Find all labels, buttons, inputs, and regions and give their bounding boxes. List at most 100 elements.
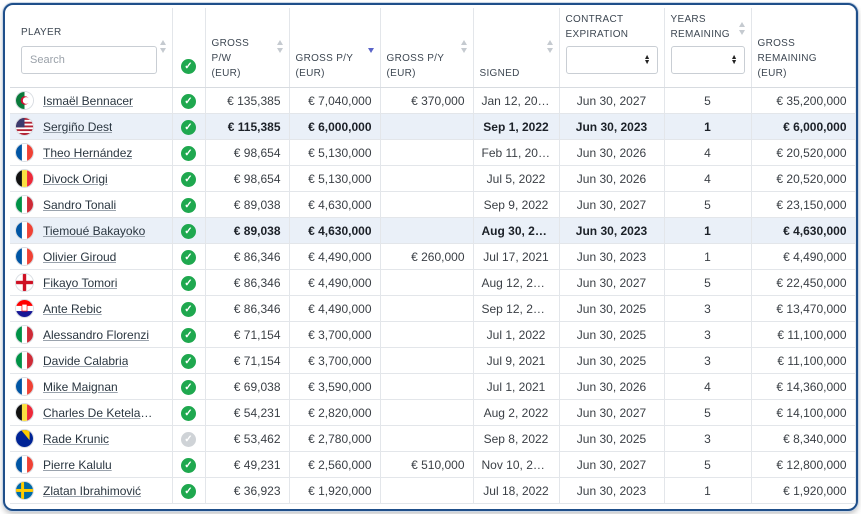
expiration-filter-select[interactable]: ▲ ▼ bbox=[565, 46, 658, 74]
years-filter-select[interactable]: ▲ ▼ bbox=[670, 46, 745, 74]
sort-icon[interactable] bbox=[546, 39, 554, 53]
table-row[interactable]: Divock Origi ✓ € 98,654 € 5,130,000 Jul 5, 2… bbox=[10, 165, 856, 192]
cell-status: ✓ bbox=[172, 425, 206, 452]
header-gross-remaining[interactable]: GROSS REMAINING (EUR) bbox=[751, 8, 856, 88]
header-player[interactable]: PLAYER bbox=[10, 8, 173, 88]
cell-status: ✓ bbox=[172, 165, 206, 192]
cell-years-remaining: 1 bbox=[664, 113, 752, 140]
cell-player: Theo Hernández bbox=[10, 139, 173, 166]
cell-signed: Aug 2, 2022 bbox=[473, 399, 560, 426]
sort-desc-icon[interactable] bbox=[367, 40, 375, 53]
table-row[interactable]: Theo Hernández ✓ € 98,654 € 5,130,000 Feb 11… bbox=[10, 139, 856, 166]
croatia-flag-icon bbox=[16, 300, 33, 317]
cell-player: Tiemoué Bakayoko bbox=[10, 217, 173, 244]
cell-signed: Sep 1, 2022 bbox=[473, 113, 560, 140]
sort-icon[interactable] bbox=[159, 39, 167, 53]
table-row[interactable]: Davide Calabria ✓ € 71,154 € 3,700,000 Jul 9… bbox=[10, 347, 856, 374]
cell-gross-remaining: € 6,000,000 bbox=[751, 113, 856, 140]
search-input[interactable] bbox=[21, 46, 157, 74]
player-link[interactable]: Sandro Tonali bbox=[43, 198, 116, 212]
italy-flag-icon bbox=[16, 326, 33, 343]
cell-status: ✓ bbox=[172, 477, 206, 504]
sort-icon[interactable] bbox=[276, 39, 284, 53]
player-link[interactable]: Rade Krunic bbox=[43, 432, 109, 446]
header-label: (EUR) bbox=[757, 68, 787, 79]
france-flag-icon bbox=[16, 222, 33, 239]
cell-gross-pw: € 71,154 bbox=[205, 347, 290, 374]
table-row[interactable]: Sergiño Dest ✓ € 115,385 € 6,000,000 Sep 1, … bbox=[10, 113, 856, 140]
cell-years-remaining: 1 bbox=[664, 217, 752, 244]
header-label: (EUR) bbox=[295, 68, 325, 79]
table-row[interactable]: Tiemoué Bakayoko ✓ € 89,038 € 4,630,000 Aug … bbox=[10, 217, 856, 244]
cell-player: Mike Maignan bbox=[10, 373, 173, 400]
table-row[interactable]: Fikayo Tomori ✓ € 86,346 € 4,490,000 Aug 12,… bbox=[10, 269, 856, 296]
header-label: GROSS P/Y bbox=[295, 53, 354, 64]
table-row[interactable]: Mike Maignan ✓ € 69,038 € 3,590,000 Jul 1, 2… bbox=[10, 373, 856, 400]
player-link[interactable]: Zlatan Ibrahimović bbox=[43, 484, 141, 498]
player-link[interactable]: Theo Hernández bbox=[43, 146, 132, 160]
cell-signed: Aug 12, 2022 bbox=[473, 269, 560, 296]
header-label: YEARS bbox=[670, 14, 706, 25]
header-gross-pw[interactable]: GROSS P/W (EUR) bbox=[205, 8, 290, 88]
cell-player: Sandro Tonali bbox=[10, 191, 173, 218]
cell-signed: Sep 8, 2022 bbox=[473, 425, 560, 452]
player-link[interactable]: Charles De Ketelae… bbox=[43, 406, 159, 420]
cell-expiration: Jun 30, 2027 bbox=[559, 269, 665, 296]
cell-gross-py-2 bbox=[380, 269, 474, 296]
header-label: CONTRACT bbox=[565, 14, 624, 25]
header-contract-expiration[interactable]: CONTRACT EXPIRATION ▲ ▼ bbox=[559, 8, 665, 88]
cell-years-remaining: 4 bbox=[664, 373, 752, 400]
check-icon: ✓ bbox=[181, 301, 196, 317]
cell-gross-remaining: € 12,800,000 bbox=[751, 451, 856, 478]
player-link[interactable]: Ismaël Bennacer bbox=[43, 94, 133, 108]
cell-gross-pw: € 49,231 bbox=[205, 451, 290, 478]
table-row[interactable]: Sandro Tonali ✓ € 89,038 € 4,630,000 Sep 9, … bbox=[10, 191, 856, 218]
table-row[interactable]: Ismaël Bennacer ✓ € 135,385 € 7,040,000 € 37… bbox=[10, 87, 856, 114]
player-link[interactable]: Tiemoué Bakayoko bbox=[43, 224, 145, 238]
table-row[interactable]: Ante Rebic ✓ € 86,346 € 4,490,000 Sep 12, 20… bbox=[10, 295, 856, 322]
cell-gross-py: € 5,130,000 bbox=[289, 165, 381, 192]
cell-player: Alessandro Florenzi bbox=[10, 321, 173, 348]
player-link[interactable]: Davide Calabria bbox=[43, 354, 128, 368]
player-link[interactable]: Alessandro Florenzi bbox=[43, 328, 149, 342]
header-gross-py[interactable]: GROSS P/Y (EUR) bbox=[289, 8, 381, 88]
cell-gross-py: € 1,920,000 bbox=[289, 477, 381, 504]
header-label: GROSS bbox=[211, 38, 250, 49]
check-icon: ✓ bbox=[181, 405, 196, 421]
table-row[interactable]: Rade Krunic ✓ € 53,462 € 2,780,000 Sep 8, 20… bbox=[10, 425, 856, 452]
table-row[interactable]: Charles De Ketelae… ✓ € 54,231 € 2,820,000 A… bbox=[10, 399, 856, 426]
cell-years-remaining: 5 bbox=[664, 87, 752, 114]
sort-icon[interactable] bbox=[460, 39, 468, 53]
table-body: Ismaël Bennacer ✓ € 135,385 € 7,040,000 € 37… bbox=[10, 87, 856, 504]
france-flag-icon bbox=[16, 456, 33, 473]
cell-player: Divock Origi bbox=[10, 165, 173, 192]
check-icon: ✓ bbox=[181, 145, 196, 161]
table-row[interactable]: Pierre Kalulu ✓ € 49,231 € 2,560,000 € 510,0… bbox=[10, 451, 856, 478]
player-link[interactable]: Ante Rebic bbox=[43, 302, 102, 316]
cell-status: ✓ bbox=[172, 295, 206, 322]
cell-gross-pw: € 36,923 bbox=[205, 477, 290, 504]
check-icon: ✓ bbox=[181, 93, 196, 109]
header-signed[interactable]: SIGNED bbox=[473, 8, 560, 88]
player-link[interactable]: Divock Origi bbox=[43, 172, 108, 186]
cell-signed: Sep 9, 2022 bbox=[473, 191, 560, 218]
england-flag-icon bbox=[16, 274, 33, 291]
player-link[interactable]: Olivier Giroud bbox=[43, 250, 116, 264]
cell-gross-py-2: € 370,000 bbox=[380, 87, 474, 114]
cell-signed: Nov 10, 2022 bbox=[473, 451, 560, 478]
cell-expiration: Jun 30, 2025 bbox=[559, 425, 665, 452]
player-link[interactable]: Fikayo Tomori bbox=[43, 276, 117, 290]
player-link[interactable]: Mike Maignan bbox=[43, 380, 118, 394]
player-link[interactable]: Pierre Kalulu bbox=[43, 458, 112, 472]
header-label: P/W bbox=[211, 53, 232, 64]
player-link[interactable]: Sergiño Dest bbox=[43, 120, 112, 134]
header-gross-py-2[interactable]: GROSS P/Y (EUR) bbox=[380, 8, 474, 88]
table-row[interactable]: Alessandro Florenzi ✓ € 71,154 € 3,700,000 J… bbox=[10, 321, 856, 348]
header-years-remaining[interactable]: YEARS REMAINING ▲ ▼ bbox=[664, 8, 752, 88]
cell-player: Rade Krunic bbox=[10, 425, 173, 452]
cell-expiration: Jun 30, 2025 bbox=[559, 347, 665, 374]
cell-signed: Jul 1, 2021 bbox=[473, 373, 560, 400]
table-row[interactable]: Zlatan Ibrahimović ✓ € 36,923 € 1,920,000 Ju… bbox=[10, 477, 856, 504]
table-row[interactable]: Olivier Giroud ✓ € 86,346 € 4,490,000 € 260,… bbox=[10, 243, 856, 270]
sort-icon[interactable] bbox=[738, 22, 746, 35]
